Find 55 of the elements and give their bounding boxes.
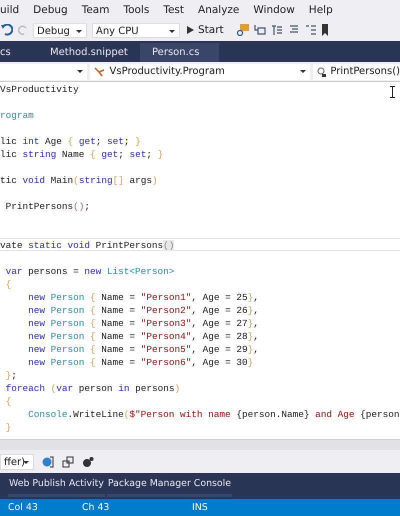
code-line: lic string Name { get; set; } [0, 149, 164, 160]
code-line: new Person { Name = "Person6", Age = 30} [27, 357, 254, 368]
text-cursor-icon [390, 86, 395, 98]
code-line: VsProductivity [0, 84, 79, 95]
code-line: }; [4, 370, 17, 381]
code-line: new Person { Name = "Person3", Age = 27}, [27, 318, 259, 329]
method-icon [317, 66, 326, 76]
code-editor[interactable] [0, 82, 400, 439]
code-line: new Person { Name = "Person4", Age = 28}, [27, 331, 259, 342]
code-line: { [4, 279, 12, 290]
type-dropdown[interactable]: VsProductivity.Program [90, 64, 310, 80]
menu-item[interactable]: Analyze [198, 4, 240, 16]
code-line: { [4, 396, 12, 407]
member-dropdown[interactable]: PrintPersons() [313, 64, 400, 80]
settings-icon[interactable] [82, 456, 94, 468]
code-line: rogram [0, 110, 34, 121]
windows-icon[interactable] [62, 456, 74, 468]
platform-dropdown[interactable]: Any CPU [92, 22, 180, 38]
play-icon [187, 26, 194, 34]
code-line: } [4, 422, 12, 433]
indent-icon[interactable] [254, 24, 266, 36]
code-line: Console.WriteLine($"Person with name {person.Name} and Age {person [27, 409, 400, 420]
menu-item[interactable]: Help [308, 4, 333, 16]
status-text: Col 43 [8, 502, 39, 513]
help-list-icon[interactable] [304, 24, 317, 36]
menu-item[interactable]: Debug [33, 4, 68, 16]
outline-icon[interactable] [270, 24, 283, 36]
file-tab[interactable]: cs [0, 43, 40, 62]
file-tab[interactable]: Person.cs [140, 43, 219, 62]
folder-icon[interactable] [236, 24, 249, 36]
code-line: PrintPersons(); [4, 201, 90, 212]
globe-icon[interactable] [42, 456, 54, 468]
status-text: Ch 43 [82, 502, 110, 513]
class-icon [94, 66, 106, 76]
menu-item[interactable]: Tools [123, 4, 150, 16]
menu-item[interactable]: Test [163, 4, 184, 16]
start-button[interactable]: Start [185, 24, 232, 36]
code-line: foreach (var person in persons) [4, 383, 180, 394]
undo-icon[interactable] [1, 24, 13, 36]
code-line: vate static void PrintPersons() [0, 240, 174, 251]
configuration-dropdown[interactable]: Debug [33, 22, 87, 38]
code-line: new Person { Name = "Person5", Age = 29}, [27, 344, 259, 355]
horizontal-scrollbar[interactable] [0, 439, 400, 450]
file-tab[interactable]: Method.snippet [40, 43, 140, 62]
code-line: new Person { Name = "Person1", Age = 25}, [27, 292, 259, 303]
code-line: lic int Age { get; set; } [0, 136, 141, 147]
menu-item[interactable]: uild [0, 4, 20, 16]
code-line: new Person { Name = "Person2", Age = 26}, [27, 305, 259, 316]
menu-item[interactable]: Team [82, 4, 110, 16]
bookmark-icon[interactable] [322, 24, 328, 36]
code-line: tic void Main(string[] args) [0, 175, 158, 186]
code-line: var persons = new List<Person> [4, 266, 174, 277]
status-text: INS [192, 502, 208, 513]
output-source-dropdown[interactable]: ffer) [0, 454, 34, 470]
menu-item[interactable]: Window [253, 4, 295, 16]
